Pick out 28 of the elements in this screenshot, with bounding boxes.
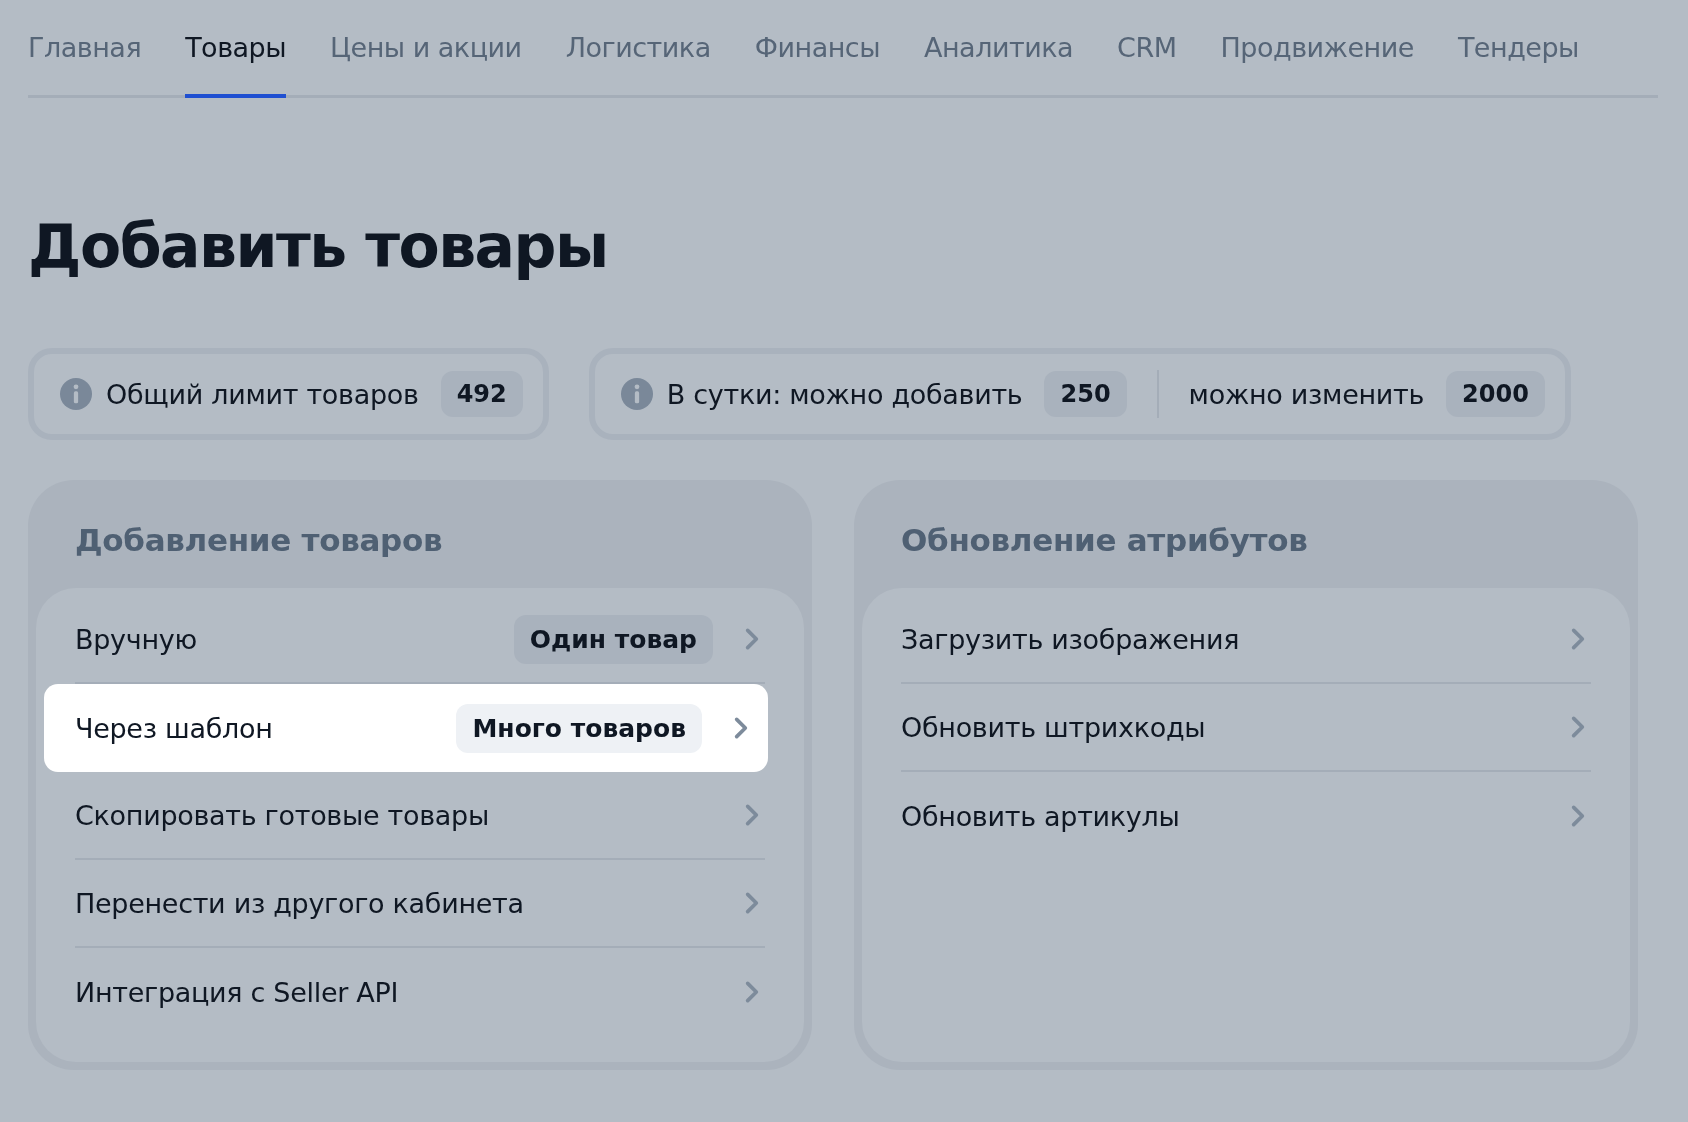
card-title: Обновление атрибутов bbox=[901, 522, 1309, 558]
nav-tab[interactable]: Товары bbox=[185, 26, 287, 98]
option-label: Обновить штрихкоды bbox=[901, 711, 1207, 743]
option-row[interactable]: Загрузить изображения bbox=[901, 596, 1591, 684]
option-row[interactable]: Перенести из другого кабинета bbox=[75, 860, 765, 948]
limit-label: можно изменить bbox=[1188, 378, 1425, 410]
option-tag: Много товаров bbox=[456, 703, 702, 753]
limit-count: 492 bbox=[440, 371, 523, 417]
option-label: Перенести из другого кабинета bbox=[75, 887, 525, 919]
limit-label: Общий лимит товаров bbox=[106, 378, 419, 410]
option-row[interactable]: Через шаблон Много товаров bbox=[44, 684, 768, 772]
option-row[interactable]: Скопировать готовые товары bbox=[75, 772, 765, 860]
option-row[interactable]: Обновить артикулы bbox=[901, 772, 1591, 860]
info-icon bbox=[60, 378, 92, 410]
option-label: Обновить артикулы bbox=[901, 800, 1181, 832]
limit-count: 250 bbox=[1044, 371, 1127, 417]
option-label: Через шаблон bbox=[75, 712, 274, 744]
option-row[interactable]: Обновить штрихкоды bbox=[901, 684, 1591, 772]
limit-label: В сутки: можно добавить bbox=[666, 378, 1023, 410]
option-label: Интеграция с Seller API bbox=[75, 976, 400, 1008]
option-label: Скопировать готовые товары bbox=[75, 799, 490, 831]
option-label: Вручную bbox=[75, 623, 198, 655]
limit-count: 2000 bbox=[1446, 371, 1545, 417]
option-tag: Один товар bbox=[513, 614, 713, 664]
info-icon bbox=[620, 378, 653, 410]
option-row[interactable]: Интеграция с Seller API bbox=[75, 948, 765, 1036]
option-label: Загрузить изображения bbox=[901, 623, 1241, 655]
card-title: Добавление товаров bbox=[75, 522, 444, 558]
